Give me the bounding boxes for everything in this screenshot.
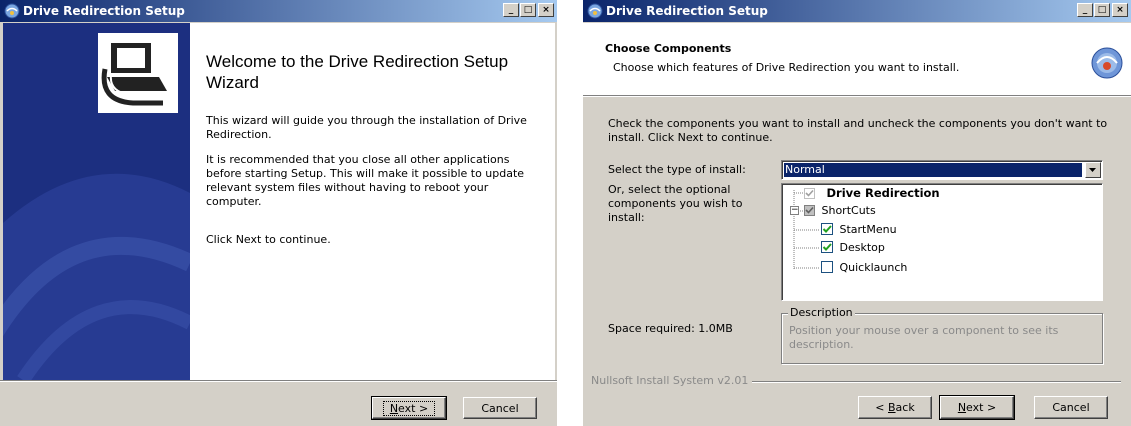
welcome-paragraph-3: Click Next to continue. bbox=[206, 233, 331, 246]
tree-item-desktop[interactable]: Desktop bbox=[821, 240, 885, 256]
description-title: Description bbox=[788, 306, 855, 319]
tree-item-shortcuts[interactable]: ShortCuts bbox=[804, 203, 876, 219]
checkbox-disabled[interactable] bbox=[804, 187, 815, 199]
checkbox-checked[interactable] bbox=[821, 223, 833, 235]
tree-item-label: Quicklaunch bbox=[839, 260, 908, 274]
install-type-label: Select the type of install: bbox=[608, 163, 746, 176]
checkbox-checked[interactable] bbox=[821, 241, 833, 253]
header-title: Choose Components bbox=[605, 42, 732, 55]
maximize-button[interactable]: □ bbox=[520, 3, 536, 17]
next-button-accel: N bbox=[389, 402, 399, 415]
installer-globe-icon bbox=[1091, 47, 1123, 79]
next-button[interactable]: Next > bbox=[939, 395, 1015, 420]
next-button-accel: N bbox=[957, 401, 967, 414]
header-separator bbox=[583, 95, 1131, 97]
close-button[interactable]: × bbox=[1112, 3, 1128, 17]
next-button-label: ext > bbox=[398, 402, 429, 415]
minimize-button[interactable]: _ bbox=[503, 3, 519, 17]
next-button-label: ext > bbox=[966, 401, 997, 414]
welcome-window: Drive Redirection Setup _ □ × Welcome to t… bbox=[0, 0, 557, 426]
install-type-value: Normal bbox=[784, 163, 1082, 177]
optional-components-label: Or, select the optional components you w… bbox=[608, 183, 743, 224]
welcome-paragraph-1: This wizard will guide you through the i… bbox=[206, 114, 527, 141]
back-button-prefix: < bbox=[875, 401, 888, 414]
next-button[interactable]: Next > bbox=[371, 396, 447, 420]
instructions: Check the components you want to install… bbox=[608, 117, 1108, 144]
page-header: Choose Components Choose which features … bbox=[583, 23, 1131, 95]
description-text: Position your mouse over a component to … bbox=[789, 324, 1059, 351]
check-icon bbox=[822, 225, 832, 233]
nsis-branding: Nullsoft Install System v2.01 bbox=[591, 374, 753, 387]
checkbox-grey[interactable] bbox=[804, 204, 815, 216]
welcome-heading: Welcome to the Drive Redirection Setup W… bbox=[206, 52, 509, 92]
components-window: Drive Redirection Setup _ □ × Choose Compo… bbox=[583, 0, 1131, 426]
title-bar[interactable]: Drive Redirection Setup _ □ × bbox=[583, 0, 1131, 22]
minimize-button[interactable]: _ bbox=[1077, 3, 1093, 17]
checkbox-unchecked[interactable] bbox=[821, 261, 833, 273]
space-required: Space required: 1.0MB bbox=[608, 322, 733, 335]
tree-item-startmenu[interactable]: StartMenu bbox=[821, 222, 897, 238]
dropdown-arrow-button[interactable] bbox=[1085, 162, 1101, 178]
tree-item-label: StartMenu bbox=[839, 222, 897, 236]
chevron-down-icon bbox=[1089, 168, 1096, 172]
banner-graphic bbox=[3, 23, 190, 380]
separator bbox=[0, 380, 557, 382]
back-button-label: ack bbox=[895, 401, 915, 414]
check-icon bbox=[805, 189, 814, 197]
description-group: Description Position your mouse over a c… bbox=[781, 306, 1103, 364]
welcome-panel: Welcome to the Drive Redirection Setup W… bbox=[190, 23, 555, 380]
check-icon bbox=[805, 206, 814, 214]
components-tree[interactable]: Drive Redirection − ShortCuts StartMenu … bbox=[781, 183, 1103, 301]
back-button[interactable]: < Back bbox=[858, 396, 932, 419]
window-title: Drive Redirection Setup bbox=[606, 4, 768, 18]
maximize-button[interactable]: □ bbox=[1094, 3, 1110, 17]
title-bar[interactable]: Drive Redirection Setup _ □ × bbox=[0, 0, 557, 22]
check-icon bbox=[822, 243, 832, 251]
tree-item-label: ShortCuts bbox=[821, 203, 876, 217]
close-button[interactable]: × bbox=[538, 3, 554, 17]
installer-icon bbox=[4, 3, 20, 19]
tree-item-drive-redirection[interactable]: Drive Redirection bbox=[804, 186, 940, 202]
cancel-button[interactable]: Cancel bbox=[1034, 396, 1108, 419]
window-title: Drive Redirection Setup bbox=[23, 4, 185, 18]
tree-item-quicklaunch[interactable]: Quicklaunch bbox=[821, 260, 907, 276]
tree-item-label: Drive Redirection bbox=[826, 186, 940, 200]
header-subtitle: Choose which features of Drive Redirecti… bbox=[613, 61, 960, 74]
cancel-button[interactable]: Cancel bbox=[463, 397, 537, 419]
installer-icon bbox=[587, 3, 603, 19]
tree-expander[interactable]: − bbox=[790, 206, 799, 215]
install-type-select[interactable]: Normal bbox=[781, 160, 1103, 180]
tree-item-label: Desktop bbox=[839, 240, 885, 254]
back-button-accel: B bbox=[888, 401, 896, 414]
welcome-paragraph-2: It is recommended that you close all oth… bbox=[206, 153, 525, 208]
wizard-banner bbox=[3, 23, 190, 380]
